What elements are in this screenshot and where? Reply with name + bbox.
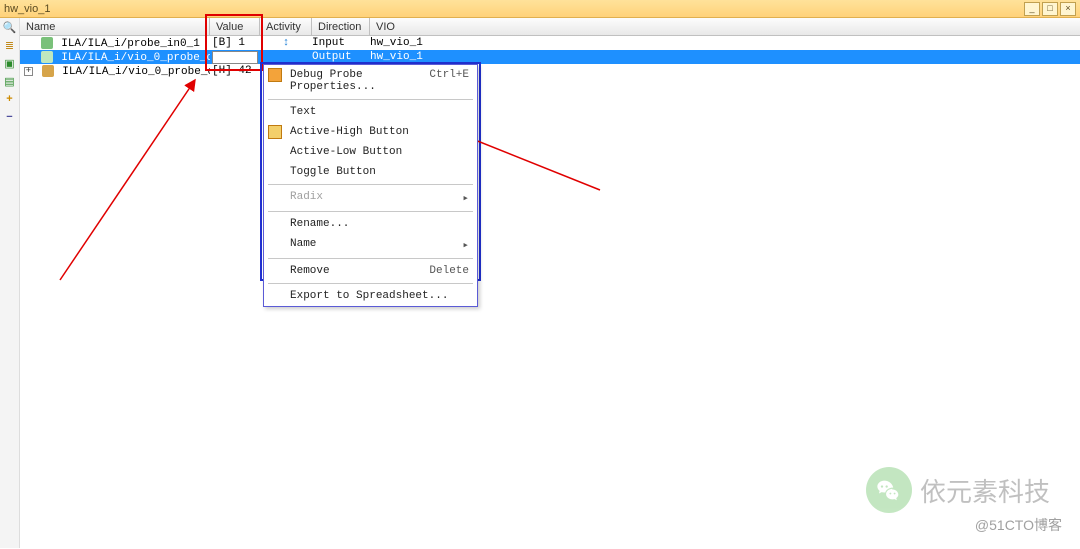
- window-controls: _ □ ×: [1024, 2, 1076, 16]
- button-icon: [268, 125, 282, 139]
- minus-icon[interactable]: −: [3, 110, 17, 124]
- probe-vio: hw_vio_1: [370, 51, 430, 63]
- probe-name: + ILA/ILA_i/vio_0_probe_out1[7:0]: [20, 65, 210, 78]
- properties-icon: [268, 68, 282, 82]
- menu-separator: [268, 211, 473, 212]
- filter-icon[interactable]: ≣: [3, 38, 17, 52]
- window-title: hw_vio_1: [4, 3, 1024, 15]
- probe-vio: hw_vio_1: [370, 37, 430, 49]
- leaf-icon: [41, 37, 53, 49]
- probe-value-editable[interactable]: 0: [210, 51, 260, 64]
- probe-direction: Input: [312, 37, 370, 49]
- column-value[interactable]: Value: [210, 18, 260, 35]
- table-row[interactable]: ILA/ILA_i/probe_in0_1 [B] 1 ↕ Input hw_v…: [20, 36, 1080, 50]
- probe-name: ILA/ILA_i/vio_0_probe_out0: [20, 51, 210, 64]
- menu-remove[interactable]: Remove Delete: [264, 261, 477, 281]
- close-button[interactable]: ×: [1060, 2, 1076, 16]
- menu-text[interactable]: Text: [264, 102, 477, 122]
- column-activity[interactable]: Activity: [260, 18, 312, 35]
- probe-value: [H] 42: [210, 65, 260, 77]
- activity-icon: ↕: [260, 37, 312, 49]
- maximize-button[interactable]: □: [1042, 2, 1058, 16]
- table-row[interactable]: ILA/ILA_i/vio_0_probe_out0 0 Output hw_v…: [20, 50, 1080, 64]
- probe-name: ILA/ILA_i/probe_in0_1: [20, 37, 210, 50]
- leaf-icon: [41, 51, 53, 63]
- watermark-footer: @51CTO博客: [975, 515, 1062, 535]
- menu-separator: [268, 184, 473, 185]
- table-header: Name Value Activity Direction VIO: [20, 18, 1080, 36]
- search-icon[interactable]: 🔍: [3, 20, 17, 34]
- menu-debug-probe-properties[interactable]: Debug Probe Properties... Ctrl+E: [264, 65, 477, 97]
- menu-name[interactable]: Name ▸: [264, 234, 477, 256]
- menu-separator: [268, 258, 473, 259]
- menu-rename[interactable]: Rename...: [264, 214, 477, 234]
- side-toolbar: 🔍 ≣ ▣ ▤ + −: [0, 18, 20, 548]
- menu-export-spreadsheet[interactable]: Export to Spreadsheet...: [264, 286, 477, 306]
- expand-icon[interactable]: +: [24, 67, 33, 76]
- context-menu: Debug Probe Properties... Ctrl+E Text Ac…: [263, 64, 478, 307]
- minimize-button[interactable]: _: [1024, 2, 1040, 16]
- plus-icon[interactable]: +: [3, 92, 17, 106]
- menu-separator: [268, 283, 473, 284]
- menu-separator: [268, 99, 473, 100]
- bus-icon: [42, 65, 54, 77]
- menu-active-low-button[interactable]: Active-Low Button: [264, 142, 477, 162]
- submenu-arrow-icon: ▸: [462, 191, 469, 205]
- title-bar: hw_vio_1 _ □ ×: [0, 0, 1080, 18]
- wechat-icon: [866, 467, 912, 513]
- tree-expand-icon[interactable]: ▤: [3, 74, 17, 88]
- column-name[interactable]: Name: [20, 18, 210, 35]
- menu-toggle-button[interactable]: Toggle Button: [264, 162, 477, 182]
- watermark-brand: 依元素科技: [866, 467, 1050, 513]
- table-row[interactable]: + ILA/ILA_i/vio_0_probe_out1[7:0] [H] 42: [20, 64, 1080, 78]
- column-vio[interactable]: VIO: [370, 18, 430, 35]
- column-direction[interactable]: Direction: [312, 18, 370, 35]
- menu-active-high-button[interactable]: Active-High Button: [264, 122, 477, 142]
- submenu-arrow-icon: ▸: [462, 238, 469, 252]
- probe-value: [B] 1: [210, 37, 260, 49]
- probe-direction: Output: [312, 51, 370, 63]
- menu-radix: Radix ▸: [264, 187, 477, 209]
- table-body: ILA/ILA_i/probe_in0_1 [B] 1 ↕ Input hw_v…: [20, 36, 1080, 78]
- tree-collapse-icon[interactable]: ▣: [3, 56, 17, 70]
